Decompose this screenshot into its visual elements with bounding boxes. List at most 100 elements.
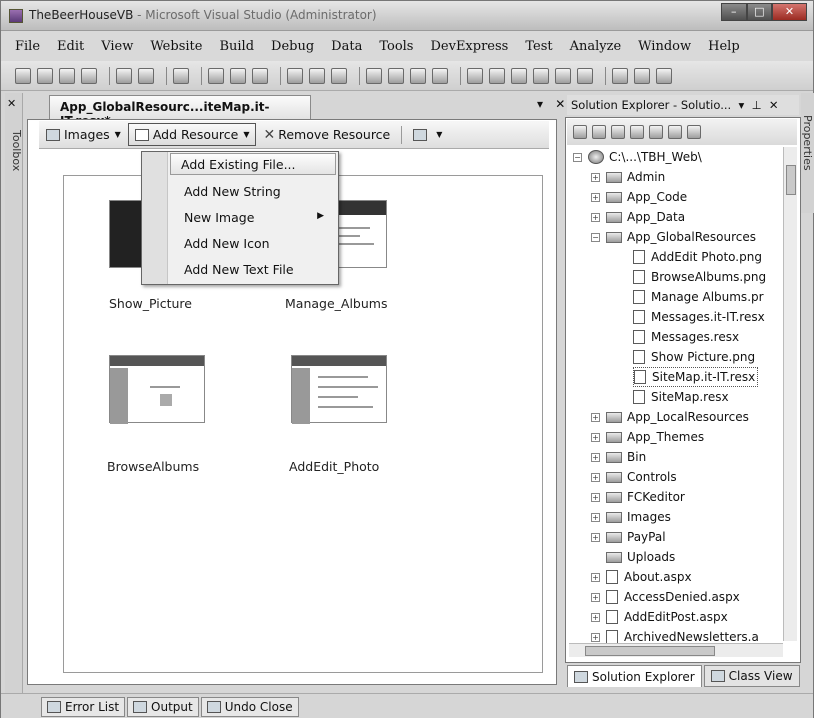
tree-node-file[interactable]: BrowseAlbums.png [633,267,766,287]
toolbox-icon[interactable] [656,67,672,84]
print-icon[interactable] [287,67,303,84]
expand-icon[interactable]: + [591,592,600,602]
new-item-icon[interactable] [81,67,97,84]
tree-node-folder[interactable]: + PayPal [591,527,666,547]
tree-node-file[interactable]: + About.aspx [591,567,692,587]
uncomment-icon[interactable] [331,67,347,84]
menu-help[interactable]: Help [708,39,740,54]
tab-error-list[interactable]: Error List [41,696,126,717]
menu-edit[interactable]: Edit [57,39,84,54]
copy-icon[interactable] [230,67,246,84]
tree-node-file[interactable]: + AddEditPost.aspx [591,607,728,627]
tree-node-file[interactable]: Show Picture.png [633,347,755,367]
images-dropdown[interactable]: Images ▼ [39,123,128,146]
new-project-icon[interactable] [15,67,31,84]
add-item-icon[interactable] [37,67,53,84]
properties-icon[interactable] [634,67,650,84]
menu-item-add-new-text-file[interactable]: Add New Text File [174,259,334,281]
properties-label[interactable]: Properties [801,115,814,171]
collapse-icon[interactable]: − [591,232,600,242]
expand-icon[interactable]: + [591,212,600,222]
copy-website-icon[interactable] [668,125,682,139]
resource-thumbnail-browse-albums[interactable] [109,355,205,424]
tab-output[interactable]: Output [127,696,199,717]
properties-strip[interactable]: Properties [801,93,814,213]
cut-icon[interactable] [208,67,224,84]
close-window-button[interactable]: ✕ [772,3,807,21]
expand-icon[interactable]: + [591,192,600,202]
start-debug-icon[interactable] [467,67,483,84]
tree-node-folder[interactable]: + App_LocalResources [591,407,749,427]
expand-icon[interactable]: + [591,612,600,622]
tree-node-folder[interactable]: + Images [591,507,671,527]
tree-node-file-selected[interactable]: SiteMap.it-IT.resx [633,367,759,387]
scrollbar-thumb[interactable] [585,646,715,656]
nest-related-files-icon[interactable] [630,125,644,139]
tree-node-folder[interactable]: − App_GlobalResources [591,227,756,247]
solution-explorer-icon[interactable] [612,67,628,84]
view-designer-icon[interactable] [649,125,663,139]
tree-node-folder[interactable]: + App_Themes [591,427,704,447]
menu-test[interactable]: Test [525,39,552,54]
tree-node-file[interactable]: Messages.resx [633,327,739,347]
expand-icon[interactable]: + [591,512,600,522]
collapse-icon[interactable]: − [573,152,582,162]
tree-node-file[interactable]: Manage Albums.pr [633,287,764,307]
menu-tools[interactable]: Tools [379,39,413,54]
document-tab[interactable]: App_GlobalResourc...iteMap.it-IT.resx* [49,95,311,128]
find-icon[interactable] [173,67,189,84]
menu-item-new-image[interactable]: New Image ▶ [174,207,334,229]
remove-resource-button[interactable]: ✕ Remove Resource [256,123,397,147]
tree-node-file[interactable]: + AccessDenied.aspx [591,587,740,607]
expand-icon[interactable]: + [591,532,600,542]
tree-node-folder[interactable]: + Admin [591,167,665,187]
tab-undo-close[interactable]: Undo Close [200,696,299,717]
menu-data[interactable]: Data [331,39,362,54]
tree-node-file[interactable]: Messages.it-IT.resx [633,307,765,327]
tree-node-folder[interactable]: + Controls [591,467,677,487]
expand-icon[interactable]: + [591,412,600,422]
toolbox-label[interactable]: Toolbox [5,121,23,181]
close-icon[interactable]: ✕ [765,98,779,112]
tree-node-root[interactable]: − C:\...\TBH_Web\ [573,147,702,167]
window-icon[interactable] [432,67,448,84]
window-position-icon[interactable]: ▾ [537,97,543,111]
toolbox-strip[interactable]: ✕ Toolbox [5,93,23,693]
tab-solution-explorer[interactable]: Solution Explorer [567,665,702,687]
expand-icon[interactable]: + [591,632,600,642]
tree-node-file[interactable]: AddEdit Photo.png [633,247,762,267]
asp-net-config-icon[interactable] [687,125,701,139]
close-icon[interactable]: ✕ [7,97,16,110]
resource-thumbnail-addedit-photo[interactable] [291,355,387,424]
navigate-icon[interactable] [410,67,426,84]
refresh-icon[interactable] [611,125,625,139]
close-document-icon[interactable]: ✕ [555,97,565,111]
pause-icon[interactable] [489,67,505,84]
expand-icon[interactable]: + [591,572,600,582]
expand-icon[interactable]: + [591,472,600,482]
undo-icon[interactable] [366,67,382,84]
maximize-button[interactable]: □ [746,3,773,21]
expand-icon[interactable]: + [591,172,600,182]
scrollbar-thumb[interactable] [786,165,796,195]
menu-devexpress[interactable]: DevExpress [430,39,508,54]
redo-icon[interactable] [388,67,404,84]
add-resource-button[interactable]: Add Resource ▼ [127,123,257,146]
menu-item-add-existing-file[interactable]: Add Existing File... [170,153,336,175]
expand-icon[interactable]: + [591,432,600,442]
menu-debug[interactable]: Debug [271,39,314,54]
properties-icon[interactable] [573,125,587,139]
menu-file[interactable]: File [15,39,40,54]
step-over-icon[interactable] [555,67,571,84]
tree-node-folder[interactable]: + App_Data [591,207,685,227]
comment-icon[interactable] [309,67,325,84]
expand-icon[interactable]: + [591,452,600,462]
menu-website[interactable]: Website [150,39,202,54]
open-file-icon[interactable] [59,67,75,84]
menu-analyze[interactable]: Analyze [570,39,622,54]
save-icon[interactable] [116,67,132,84]
menu-item-add-new-string[interactable]: Add New String [174,181,334,203]
step-into-icon[interactable] [533,67,549,84]
pin-icon[interactable]: ⊥ [752,98,762,112]
tree-node-folder[interactable]: + Bin [591,447,646,467]
